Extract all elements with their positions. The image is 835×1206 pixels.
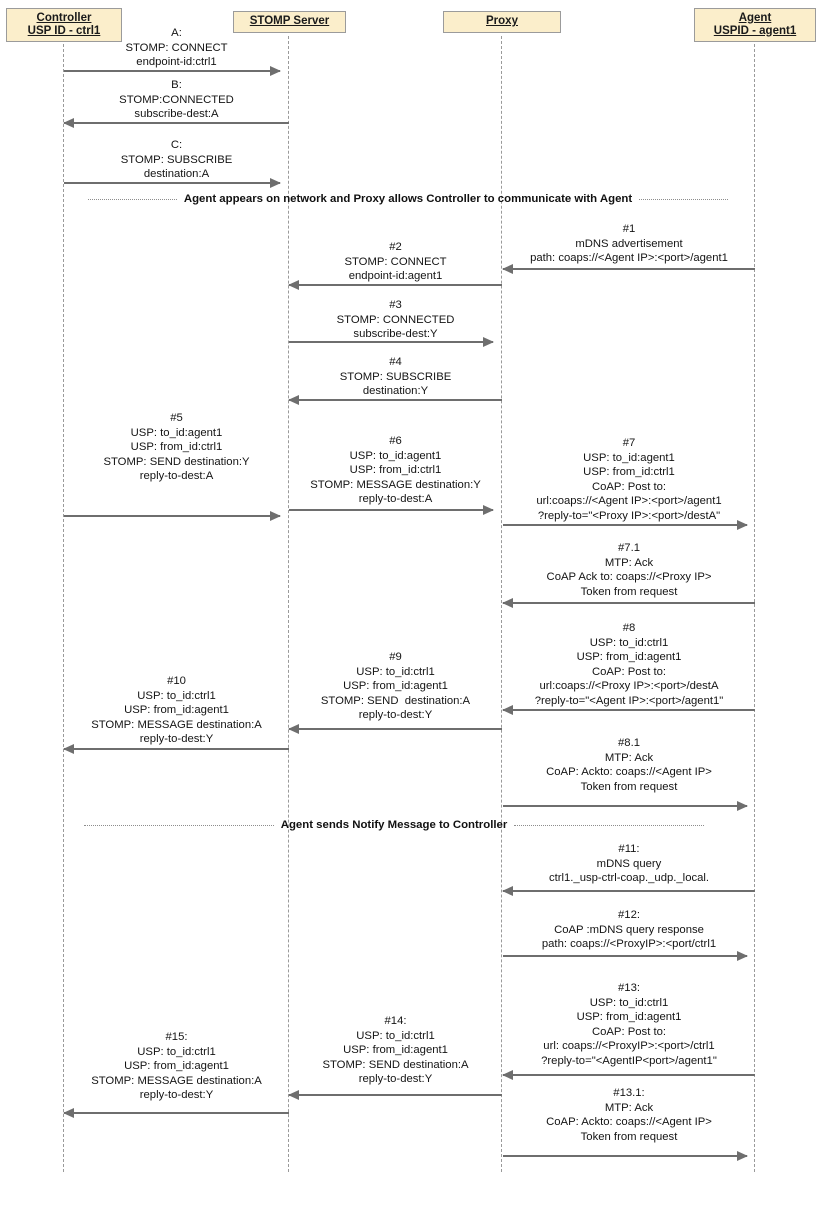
msg-3-arrow — [289, 337, 494, 347]
separator-2: Agent sends Notify Message to Controller — [84, 819, 705, 831]
msg-11-arrow — [502, 886, 755, 896]
separator-1-text: Agent appears on network and Proxy allow… — [183, 193, 633, 205]
msg-7-label: #7 USP: to_id:agent1 USP: from_id:ctrl1 … — [536, 437, 722, 522]
msg-12-arrow — [503, 951, 748, 961]
separator-2-dots-left — [84, 824, 274, 826]
msg-2-arrow — [288, 280, 502, 290]
msg-b-arrow — [63, 118, 289, 128]
separator-2-text: Agent sends Notify Message to Controller — [280, 819, 508, 831]
msg-10-label: #10 USP: to_id:ctrl1 USP: from_id:agent1… — [91, 675, 262, 746]
msg-4-label: #4 STOMP: SUBSCRIBE destination:Y — [339, 356, 452, 398]
participant-agent-line1: Agent — [738, 12, 772, 24]
msg-3-label: #3 STOMP: CONNECTED subscribe-dest:Y — [336, 299, 455, 341]
msg-1-label: #1 mDNS advertisement path: coaps://<Age… — [530, 223, 728, 265]
msg-b-label: B: STOMP:CONNECTED subscribe-dest:A — [119, 79, 234, 121]
lifeline-stomp-server — [288, 36, 289, 1172]
msg-c-label: C: STOMP: SUBSCRIBE destination:A — [120, 139, 233, 181]
participant-agent-line2: USPID - agent1 — [713, 24, 797, 37]
separator-1-dots-right — [639, 198, 728, 200]
participant-agent: Agent USPID - agent1 — [694, 8, 816, 42]
msg-13-1-label: #13.1: MTP: Ack CoAP: Ackto: coaps://<Ag… — [546, 1087, 712, 1143]
msg-11-label: #11: mDNS query ctrl1._usp-ctrl-coap._ud… — [548, 843, 710, 885]
msg-8-arrow — [502, 705, 755, 715]
separator-1: Agent appears on network and Proxy allow… — [88, 193, 728, 205]
sequence-diagram: Controller USP ID - ctrl1 STOMP Server P… — [0, 0, 835, 1206]
msg-c-arrow — [64, 178, 281, 188]
msg-1-arrow — [502, 264, 755, 274]
msg-4-arrow — [288, 395, 502, 405]
participant-controller-line1: Controller — [36, 12, 92, 24]
msg-15-label: #15: USP: to_id:ctrl1 USP: from_id:agent… — [91, 1031, 262, 1102]
msg-a-arrow — [64, 66, 281, 76]
msg-2-label: #2 STOMP: CONNECT endpoint-id:agent1 — [344, 241, 447, 283]
msg-10-arrow — [63, 744, 289, 754]
participant-proxy-line1: Proxy — [486, 15, 518, 27]
msg-8-1-label: #8.1 MTP: Ack CoAP: Ackto: coaps://<Agen… — [546, 737, 712, 793]
msg-13-label: #13: USP: to_id:ctrl1 USP: from_id:agent… — [541, 982, 717, 1067]
msg-14-label: #14: USP: to_id:ctrl1 USP: from_id:agent… — [322, 1015, 469, 1086]
lifeline-controller — [63, 44, 64, 1172]
msg-8-label: #8 USP: to_id:ctrl1 USP: from_id:agent1 … — [534, 622, 724, 707]
msg-9-arrow — [288, 724, 502, 734]
msg-6-arrow — [289, 505, 494, 515]
separator-1-dots-left — [88, 198, 177, 200]
msg-7-1-arrow — [502, 598, 755, 608]
msg-7-1-label: #7.1 MTP: Ack CoAP Ack to: coaps://<Prox… — [546, 542, 712, 598]
msg-7-arrow — [503, 520, 748, 530]
msg-8-1-arrow — [503, 801, 748, 811]
msg-12-label: #12: CoAP :mDNS query response path: coa… — [541, 909, 717, 951]
msg-14-arrow — [288, 1090, 502, 1100]
msg-13-1-arrow — [503, 1151, 748, 1161]
msg-5-label: #5 USP: to_id:agent1 USP: from_id:ctrl1 … — [103, 412, 250, 483]
msg-5-arrow — [64, 511, 281, 521]
msg-6-label: #6 USP: to_id:agent1 USP: from_id:ctrl1 … — [310, 435, 481, 506]
participant-proxy: Proxy — [443, 11, 561, 33]
msg-13-arrow — [502, 1070, 755, 1080]
msg-15-arrow — [63, 1108, 289, 1118]
separator-2-dots-right — [514, 824, 705, 826]
msg-a-label: A: STOMP: CONNECT endpoint-id:ctrl1 — [125, 27, 228, 69]
msg-9-label: #9 USP: to_id:ctrl1 USP: from_id:agent1 … — [320, 651, 471, 722]
